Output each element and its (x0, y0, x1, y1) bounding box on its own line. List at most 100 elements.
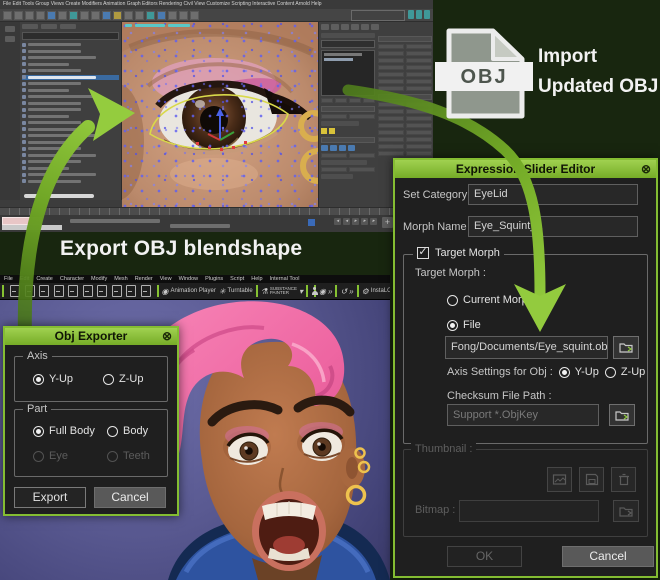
checkbox-checked-icon[interactable]: ✓ (417, 247, 429, 259)
rollout-header[interactable] (378, 36, 432, 42)
morph-tools-button[interactable]: ◉ » (319, 287, 332, 296)
close-icon[interactable]: ⊗ (641, 160, 651, 178)
toolbar-icon[interactable] (157, 11, 166, 20)
file-tool-icon[interactable] (54, 285, 64, 297)
panel-button[interactable] (378, 72, 404, 77)
explorer-search-input[interactable] (22, 32, 119, 40)
toolbar-icon[interactable] (146, 11, 155, 20)
set-key-toggle[interactable] (308, 219, 315, 226)
menu-script[interactable]: Script (230, 276, 244, 282)
cage-color-swatches[interactable] (321, 128, 375, 134)
scene-object-row[interactable] (22, 42, 119, 47)
radio-full-body[interactable]: Full Body (33, 425, 95, 437)
scene-object-row[interactable] (22, 81, 119, 86)
panel-button[interactable] (378, 65, 404, 70)
radio-body[interactable]: Body (107, 425, 148, 437)
panel-button[interactable] (406, 151, 432, 156)
restore-button[interactable]: ↺ » (340, 287, 353, 296)
panel-button[interactable] (378, 109, 404, 114)
menu-view[interactable]: View (160, 276, 172, 282)
scene-object-row[interactable] (22, 159, 119, 164)
scene-object-row[interactable] (22, 55, 119, 60)
file-tool-icon[interactable] (10, 285, 20, 297)
menu-modify[interactable]: Modify (91, 276, 107, 282)
close-icon[interactable]: ⊗ (162, 328, 172, 345)
panel-button[interactable] (378, 151, 404, 156)
panel-button[interactable] (406, 72, 432, 77)
morph-name-input[interactable]: Eye_Squint_L (468, 216, 638, 237)
playback-controls[interactable]: ◂◂▸▸▸ (334, 218, 377, 225)
panel-button[interactable] (406, 116, 432, 121)
toolbar-icon[interactable] (113, 11, 122, 20)
scene-object-row[interactable] (22, 166, 119, 171)
file-tool-icon[interactable] (112, 285, 122, 297)
export-button[interactable]: Export (14, 487, 86, 508)
workspace-selector[interactable] (351, 10, 405, 21)
scene-object-row[interactable] (22, 127, 119, 132)
panel-button[interactable] (406, 144, 432, 149)
scene-object-row[interactable] (22, 140, 119, 145)
panel-button[interactable] (406, 102, 432, 107)
toolbar-icon[interactable] (168, 11, 177, 20)
menu-help[interactable]: Help (251, 276, 262, 282)
toolbar-icon[interactable] (91, 11, 100, 20)
toolbar-icon[interactable] (36, 11, 45, 20)
toolbar-icon[interactable] (3, 11, 12, 20)
substance-painter-button[interactable]: ⚗ SUBSTANCE PAINTER ▾ (261, 287, 303, 296)
cancel-button[interactable]: Cancel (562, 546, 654, 567)
rollout-header[interactable] (321, 137, 375, 143)
scene-object-row[interactable] (22, 68, 119, 73)
panel-button[interactable] (378, 79, 404, 84)
obj-exporter-titlebar[interactable]: Obj Exporter ⊗ (5, 328, 177, 345)
menu-edit[interactable]: Edit (20, 276, 29, 282)
maxscript-listener[interactable] (2, 217, 42, 225)
panel-button[interactable] (406, 79, 432, 84)
panel-button[interactable] (378, 51, 404, 56)
toolbar-icon[interactable] (80, 11, 89, 20)
toolbar-icon[interactable] (14, 11, 23, 20)
cancel-button[interactable]: Cancel (94, 487, 166, 508)
file-tool-icon[interactable] (39, 285, 49, 297)
explorer-tabs[interactable] (22, 24, 119, 30)
modifier-stack-list[interactable] (321, 50, 375, 96)
scene-object-row[interactable] (22, 88, 119, 93)
file-tool-icon[interactable] (25, 285, 35, 297)
panel-button[interactable] (378, 58, 404, 63)
menu-create[interactable]: Create (36, 276, 53, 282)
viewport-label[interactable] (125, 24, 190, 27)
file-path-input[interactable]: Fong/Documents/Eye_squint.obj (445, 336, 608, 359)
menu-character[interactable]: Character (60, 276, 84, 282)
scene-object-row[interactable] (22, 75, 119, 80)
radio-obj-z-up[interactable]: Z-Up (605, 366, 645, 378)
panel-button[interactable] (378, 144, 404, 149)
panel-button[interactable] (406, 58, 432, 63)
animation-player-button[interactable]: ◉ Animation Player (162, 287, 216, 296)
menu-window[interactable]: Window (179, 276, 199, 282)
menu-internal-tool[interactable]: Internal Tool (270, 276, 300, 282)
set-category-input[interactable]: EyeLid (468, 184, 638, 205)
panel-button[interactable] (378, 130, 404, 135)
scene-object-row[interactable] (22, 107, 119, 112)
panel-button[interactable] (406, 65, 432, 70)
panel-button[interactable] (406, 123, 432, 128)
scene-object-row[interactable] (22, 133, 119, 138)
browse-file-button[interactable] (613, 336, 639, 359)
panel-button[interactable] (406, 109, 432, 114)
file-tool-icon[interactable] (141, 285, 151, 297)
panel-button[interactable] (406, 44, 432, 49)
panel-button[interactable] (378, 86, 404, 91)
scene-object-row[interactable] (22, 146, 119, 151)
radio-current-morph[interactable]: Current Morph (447, 294, 534, 306)
scene-object-row[interactable] (22, 114, 119, 119)
menu-plugins[interactable]: Plugins (205, 276, 223, 282)
panel-button[interactable] (378, 137, 404, 142)
menu-file[interactable]: File (4, 276, 13, 282)
menu-mesh[interactable]: Mesh (114, 276, 127, 282)
command-panel-tabs[interactable] (321, 24, 431, 31)
toolbar-icon[interactable] (102, 11, 111, 20)
toolbar-icon[interactable] (190, 11, 199, 20)
file-tool-icon[interactable] (126, 285, 136, 297)
target-morph-legend[interactable]: ✓ Target Morph (413, 247, 504, 259)
scene-object-row[interactable] (22, 62, 119, 67)
scene-object-row[interactable] (22, 153, 119, 158)
